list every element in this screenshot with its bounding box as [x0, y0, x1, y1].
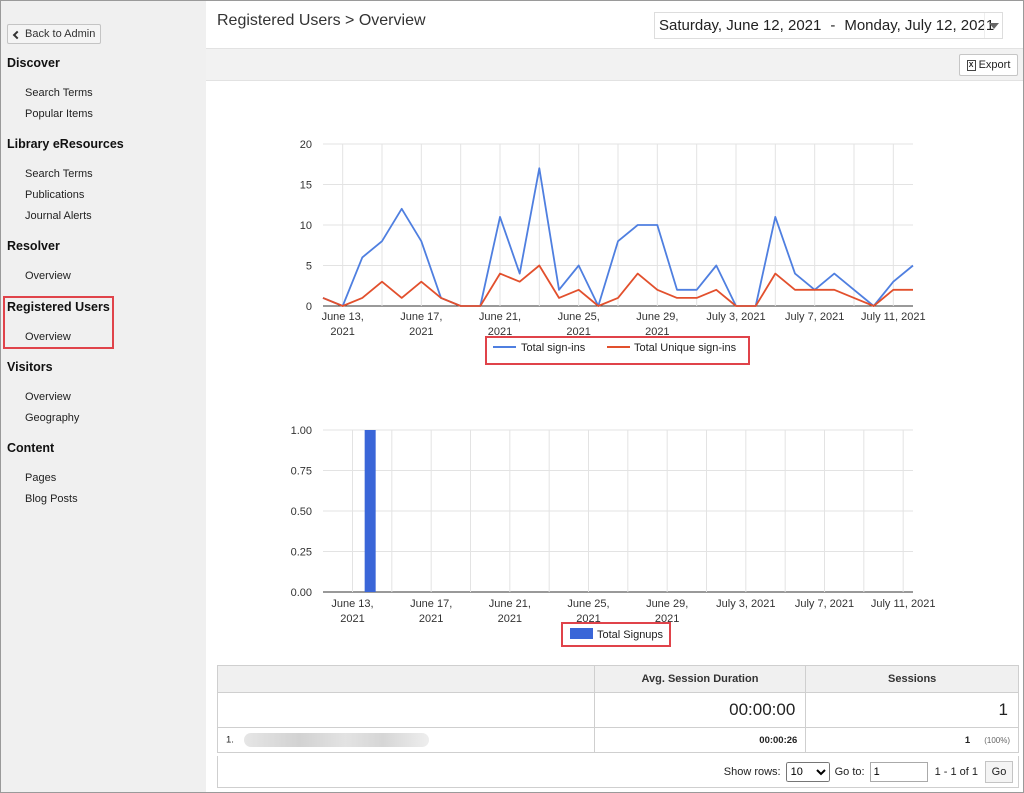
x-tick-label: July 7, 2021 [785, 311, 844, 323]
row-sessions-cell: 1 (100%) [805, 727, 1019, 753]
y-tick-label: 15 [300, 180, 312, 192]
x-tick-label-year: 2021 [330, 326, 354, 338]
x-tick-label: July 3, 2021 [706, 311, 765, 323]
goto-label: Go to: [834, 765, 865, 778]
show-rows-label: Show rows: [723, 765, 781, 778]
table-header-sessions[interactable]: Sessions [805, 665, 1019, 693]
y-tick-label: 0 [306, 301, 312, 313]
row-label-cell: 1. [217, 727, 595, 753]
x-tick-label: June 21, [489, 598, 531, 610]
x-tick-label: June 25, [558, 311, 600, 323]
x-tick-label: June 29, [646, 598, 688, 610]
y-tick-label: 0.25 [291, 547, 312, 559]
legend-swatch-total-signups [570, 628, 593, 639]
x-tick-label: June 25, [567, 598, 609, 610]
x-tick-label: June 13, [322, 311, 364, 323]
go-button[interactable]: Go [985, 760, 1013, 783]
x-tick-label: June 29, [636, 311, 678, 323]
x-tick-label: July 3, 2021 [716, 598, 775, 610]
total-sessions: 1 [805, 692, 1019, 728]
legend-label-unique-signins: Total Unique sign-ins [634, 342, 737, 354]
total-avg-session-duration: 00:00:00 [593, 692, 807, 728]
y-tick-label: 20 [300, 139, 312, 151]
rows-per-page-select[interactable]: 10 [785, 761, 830, 782]
row-sessions: 1 [964, 734, 971, 746]
x-tick-label: June 17, [400, 311, 442, 323]
y-tick-label: 0.50 [291, 506, 312, 518]
y-tick-label: 5 [306, 261, 312, 273]
goto-page-input[interactable] [869, 761, 928, 782]
pagination: Show rows: 10 Go to: 1 - 1 of 1 Go [217, 756, 1019, 788]
x-tick-label-year: 2021 [340, 613, 364, 625]
blurred-user-name [243, 733, 429, 747]
legend-label-total-signups: Total Signups [597, 629, 664, 641]
y-tick-label: 10 [300, 220, 312, 232]
x-tick-label-year: 2021 [409, 326, 433, 338]
legend-label-total-signins: Total sign-ins [521, 342, 586, 354]
sessions-table: Avg. Session Duration Sessions 00:00:00 … [217, 665, 1019, 753]
page-range-text: 1 - 1 of 1 [934, 765, 978, 778]
y-tick-label: 0.00 [291, 587, 312, 599]
total-row-label [217, 692, 595, 728]
row-duration: 00:00:26 [593, 727, 807, 753]
y-tick-label: 1.00 [291, 425, 312, 437]
x-tick-label: June 13, [331, 598, 373, 610]
x-tick-label: June 21, [479, 311, 521, 323]
x-tick-label: June 17, [410, 598, 452, 610]
y-tick-label: 0.75 [291, 466, 312, 478]
bar-june-14-2021 [364, 430, 376, 592]
table-header-blank [217, 665, 595, 693]
table-row: 1. 00:00:26 1 (100%) [217, 727, 1019, 753]
row-sessions-percent: (100%) [984, 735, 1010, 745]
x-tick-label: July 7, 2021 [795, 598, 854, 610]
table-header-avg-session-duration[interactable]: Avg. Session Duration [593, 665, 807, 693]
x-tick-label: July 11, 2021 [871, 598, 936, 610]
x-tick-label-year: 2021 [498, 613, 522, 625]
x-tick-label: July 11, 2021 [861, 311, 926, 323]
x-tick-label-year: 2021 [419, 613, 443, 625]
row-index: 1. [226, 734, 234, 746]
